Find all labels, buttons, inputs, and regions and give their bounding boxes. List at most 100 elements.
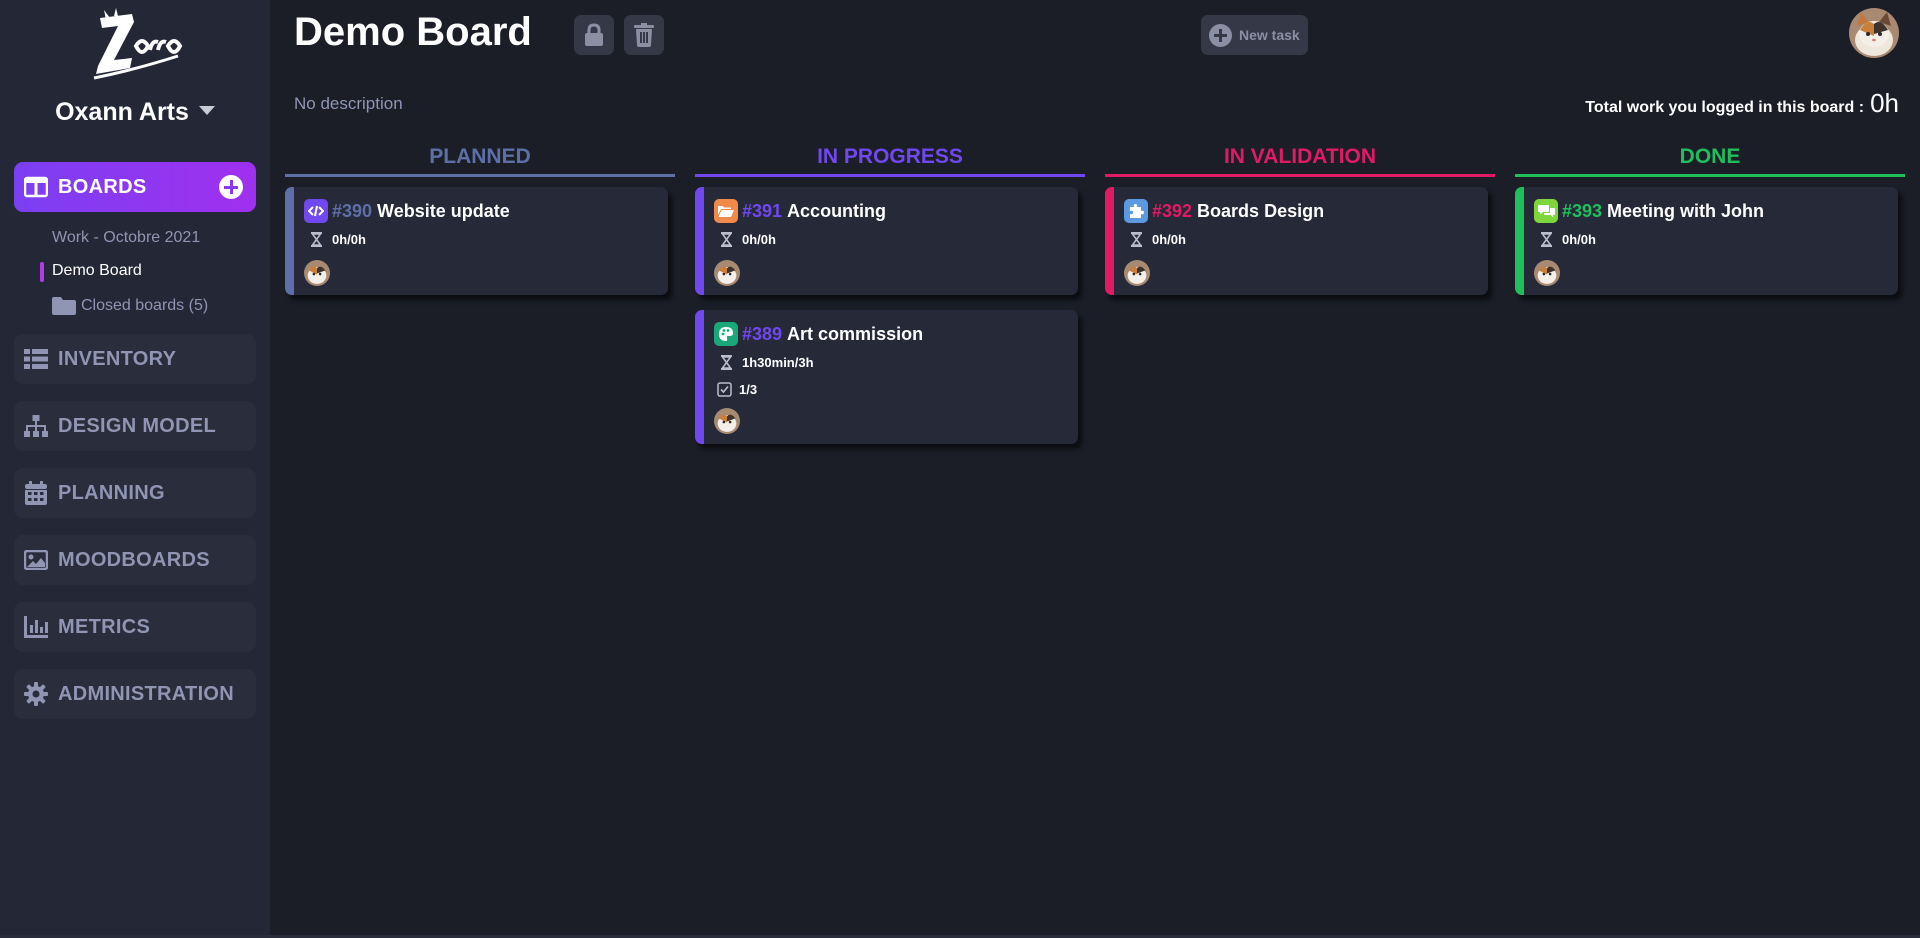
total-work-value: 0h: [1870, 88, 1899, 118]
card-title: #391 Accounting: [714, 199, 886, 223]
nav-design-model-label: DESIGN MODEL: [58, 414, 217, 437]
add-board-icon[interactable]: [219, 175, 243, 199]
lock-icon: [585, 23, 603, 46]
sidebar-board-work-octobre[interactable]: Work - Octobre 2021: [52, 229, 200, 247]
column-header: IN VALIDATION: [1105, 145, 1495, 177]
card-title: #393 Meeting with John: [1534, 199, 1764, 223]
trash-icon: [634, 23, 654, 47]
card-id: #389: [742, 323, 783, 344]
code-icon: [304, 199, 328, 223]
sidebar: Oxann Arts BOARDS Work - Octobre 2021 De…: [0, 0, 270, 938]
hourglass-icon: [1129, 231, 1143, 247]
card-stripe: [695, 310, 704, 444]
chart-icon: [24, 615, 48, 639]
card-time: 1h30min/3h: [719, 354, 814, 370]
assignee-avatar[interactable]: [714, 260, 740, 286]
sitemap-icon: [24, 414, 48, 438]
user-avatar[interactable]: [1849, 8, 1899, 58]
column-header: DONE: [1515, 145, 1905, 177]
total-work-label: Total work you logged in this board :: [1585, 99, 1865, 116]
workspace-selector[interactable]: Oxann Arts: [0, 98, 270, 127]
card-title: #389 Art commission: [714, 322, 923, 346]
column-in-progress: IN PROGRESS #391 Accounting 0h/0h #389 A…: [695, 145, 1085, 444]
puzzle-icon: [1124, 199, 1148, 223]
card-name: Website update: [377, 200, 510, 221]
task-card-390[interactable]: #390 Website update 0h/0h: [285, 187, 668, 295]
card-id: #391: [742, 200, 783, 221]
nav-planning[interactable]: PLANNING: [14, 468, 256, 518]
palette-icon: [714, 322, 738, 346]
card-name: Meeting with John: [1607, 200, 1765, 221]
folder-open-icon: [714, 199, 738, 223]
image-icon: [24, 548, 48, 572]
zorro-logo[interactable]: [88, 8, 184, 88]
column-header: IN PROGRESS: [695, 145, 1085, 177]
card-time-value: 0h/0h: [1152, 231, 1186, 247]
card-time: 0h/0h: [1539, 231, 1596, 247]
nav-metrics-label: METRICS: [58, 615, 151, 638]
nav-moodboards[interactable]: MOODBOARDS: [14, 535, 256, 585]
new-task-label: New task: [1239, 27, 1300, 43]
nav-boards[interactable]: BOARDS: [14, 162, 256, 212]
task-card-392[interactable]: #392 Boards Design 0h/0h: [1105, 187, 1488, 295]
card-name: Accounting: [787, 200, 887, 221]
nav-metrics[interactable]: METRICS: [14, 602, 256, 652]
card-id: #393: [1562, 200, 1603, 221]
card-time-value: 1h30min/3h: [742, 354, 814, 370]
hourglass-icon: [719, 354, 733, 370]
nav-design-model[interactable]: DESIGN MODEL: [14, 401, 256, 451]
nav-boards-label: BOARDS: [58, 175, 147, 198]
assignee-avatar[interactable]: [1124, 260, 1150, 286]
workspace-name: Oxann Arts: [55, 98, 189, 126]
columns-icon: [24, 175, 48, 199]
card-id: #392: [1152, 200, 1193, 221]
delete-board-button[interactable]: [624, 15, 664, 55]
column-in-validation: IN VALIDATION #392 Boards Design 0h/0h: [1105, 145, 1495, 295]
calendar-icon: [24, 481, 48, 505]
card-name: Boards Design: [1197, 200, 1325, 221]
nav-inventory-label: INVENTORY: [58, 347, 177, 370]
task-card-389[interactable]: #389 Art commission 1h30min/3h 1/3: [695, 310, 1078, 444]
card-id: #390: [332, 200, 373, 221]
card-time: 0h/0h: [719, 231, 776, 247]
task-card-393[interactable]: #393 Meeting with John 0h/0h: [1515, 187, 1898, 295]
board-description: No description: [294, 94, 403, 113]
closed-boards-link[interactable]: Closed boards (5): [81, 297, 208, 315]
total-work-logged: Total work you logged in this board : 0h: [1585, 88, 1899, 119]
card-checklist-value: 1/3: [739, 381, 758, 397]
hourglass-icon: [719, 231, 733, 247]
card-time-value: 0h/0h: [1562, 231, 1596, 247]
sidebar-board-demo[interactable]: Demo Board: [52, 262, 142, 280]
nav-administration[interactable]: ADMINISTRATION: [14, 669, 256, 719]
folder-icon: [52, 297, 76, 315]
card-stripe: [1105, 187, 1114, 295]
card-title: #390 Website update: [304, 199, 510, 223]
active-board-marker: [40, 262, 44, 282]
new-task-button[interactable]: New task: [1201, 15, 1308, 55]
column-done: DONE #393 Meeting with John 0h/0h: [1515, 145, 1905, 295]
lock-button[interactable]: [574, 15, 614, 55]
card-time: 0h/0h: [1129, 231, 1186, 247]
caret-down-icon: [198, 105, 215, 115]
task-card-391[interactable]: #391 Accounting 0h/0h: [695, 187, 1078, 295]
assignee-avatar[interactable]: [1534, 260, 1560, 286]
card-stripe: [285, 187, 294, 295]
column-planned: PLANNED #390 Website update 0h/0h: [285, 145, 675, 295]
card-time-value: 0h/0h: [742, 231, 776, 247]
card-title: #392 Boards Design: [1124, 199, 1324, 223]
nav-planning-label: PLANNING: [58, 481, 165, 504]
hourglass-icon: [1539, 231, 1553, 247]
app-root: Oxann Arts BOARDS Work - Octobre 2021 De…: [0, 0, 1920, 938]
card-checklist: 1/3: [716, 381, 757, 397]
assignee-avatar[interactable]: [304, 260, 330, 286]
card-stripe: [1515, 187, 1524, 295]
nav-moodboards-label: MOODBOARDS: [58, 548, 210, 571]
gear-icon: [24, 682, 48, 706]
assignee-avatar[interactable]: [714, 408, 740, 434]
card-time-value: 0h/0h: [332, 231, 366, 247]
column-header: PLANNED: [285, 145, 675, 177]
checkbox-icon: [716, 381, 732, 397]
list-icon: [24, 347, 48, 371]
nav-inventory[interactable]: INVENTORY: [14, 334, 256, 384]
chat-icon: [1534, 199, 1558, 223]
